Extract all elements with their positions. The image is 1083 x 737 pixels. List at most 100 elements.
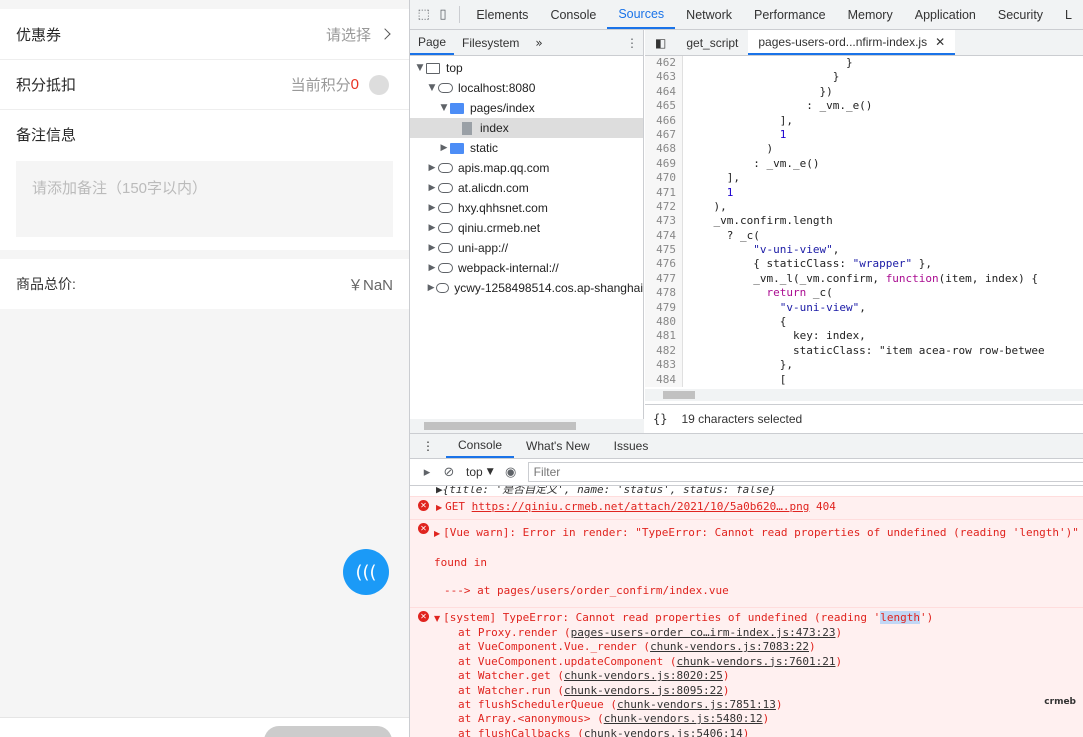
- frame-source-link[interactable]: chunk-vendors.js:7083:22: [650, 640, 809, 653]
- frame-source-link[interactable]: pages-users-order co…irm-index.js:473:23: [571, 626, 836, 639]
- tab-console[interactable]: Console: [539, 0, 607, 29]
- code-line[interactable]: 474 ? _c(: [645, 228, 1083, 244]
- tab-network[interactable]: Network: [675, 0, 743, 29]
- tab-performance[interactable]: Performance: [743, 0, 837, 29]
- frame-source-link[interactable]: chunk-vendors.js:8020:25: [564, 669, 723, 682]
- code-line[interactable]: 463 }: [645, 70, 1083, 85]
- console-error-get[interactable]: ✕ ▶ GET https://qiniu.crmeb.net/attach/20…: [410, 496, 1083, 520]
- line-number[interactable]: 466: [645, 113, 683, 128]
- frame-source-link[interactable]: chunk-vendors.js:7601:21: [677, 655, 836, 668]
- tree-item[interactable]: ▶ ycwy-1258498514.cos.ap-shanghai: [410, 278, 643, 298]
- line-number[interactable]: 465: [645, 99, 683, 114]
- code-line[interactable]: 466 ],: [645, 113, 1083, 128]
- line-number[interactable]: 472: [645, 199, 683, 215]
- tab-get-script[interactable]: get_script: [676, 30, 748, 55]
- line-number[interactable]: 467: [645, 127, 683, 143]
- code-line[interactable]: 482 staticClass: "item acea-row row-betw…: [645, 343, 1083, 359]
- sidebar-toggle-icon[interactable]: ▸: [416, 462, 438, 482]
- submit-button[interactable]: [264, 726, 392, 737]
- tree-item[interactable]: ▶ qiniu.crmeb.net: [410, 218, 643, 238]
- tab-issues[interactable]: Issues: [602, 434, 661, 458]
- frame-source-link[interactable]: chunk-vendors.js:7851:13: [617, 698, 776, 711]
- device-toggle-icon[interactable]: ▯: [433, 0, 452, 29]
- remark-input[interactable]: 请添加备注（150字以内）: [16, 161, 393, 237]
- kebab-menu-icon[interactable]: ⋮: [621, 30, 643, 55]
- code-line[interactable]: 462 }: [645, 56, 1083, 71]
- code-line[interactable]: 472 ),: [645, 199, 1083, 215]
- more-tabs-icon[interactable]: »: [527, 30, 550, 55]
- frame-source-link[interactable]: chunk-vendors.js:5406:14: [584, 727, 743, 737]
- line-number[interactable]: 463: [645, 70, 683, 85]
- line-number[interactable]: 483: [645, 358, 683, 373]
- tab-sources[interactable]: Sources: [607, 0, 676, 29]
- frame-source-link[interactable]: chunk-vendors.js:8095:22: [564, 684, 723, 697]
- code-line[interactable]: 481 key: index,: [645, 329, 1083, 344]
- tree-item[interactable]: ▶ webpack-internal://: [410, 258, 643, 278]
- tree-item[interactable]: ▶ apis.map.qq.com: [410, 158, 643, 178]
- line-number[interactable]: 480: [645, 315, 683, 330]
- line-number[interactable]: 482: [645, 343, 683, 359]
- frame-source-link[interactable]: chunk-vendors.js:5480:12: [604, 712, 763, 725]
- code-line[interactable]: 468 ): [645, 142, 1083, 157]
- tab-whats-new[interactable]: What's New: [514, 434, 602, 458]
- code-line[interactable]: 467 1: [645, 127, 1083, 143]
- filter-input[interactable]: Filter: [527, 462, 1083, 482]
- code-line[interactable]: 479 "v-uni-view",: [645, 300, 1083, 316]
- tab-page[interactable]: Page: [410, 30, 455, 55]
- expand-arrow-icon[interactable]: ▶: [426, 243, 438, 253]
- toggle-navigator-icon[interactable]: ◧: [645, 30, 676, 55]
- navigator-scrollbar[interactable]: [410, 419, 644, 433]
- inspect-icon[interactable]: ⬚: [414, 0, 433, 29]
- code-line[interactable]: 480 {: [645, 315, 1083, 330]
- code-view[interactable]: 462 } 463 } 464 }) 465 : _vm._e() 466 ], 467 …: [645, 56, 1083, 400]
- expand-arrow-icon[interactable]: ▼: [426, 83, 438, 93]
- line-number[interactable]: 468: [645, 142, 683, 157]
- code-line[interactable]: 471 1: [645, 185, 1083, 200]
- expand-arrow-icon[interactable]: ▶: [426, 183, 438, 193]
- line-number[interactable]: 474: [645, 228, 683, 244]
- tab-l[interactable]: L: [1054, 0, 1083, 29]
- tree-item[interactable]: index: [410, 118, 643, 138]
- code-line[interactable]: 469 : _vm._e(): [645, 156, 1083, 172]
- eye-icon[interactable]: ◉: [500, 462, 522, 482]
- code-line[interactable]: 478 return _c(: [645, 286, 1083, 301]
- editor-scrollbar[interactable]: [645, 389, 1083, 401]
- expand-arrow-icon[interactable]: ▶: [438, 143, 450, 153]
- line-number[interactable]: 475: [645, 243, 683, 258]
- code-line[interactable]: 470 ],: [645, 171, 1083, 186]
- expand-arrow-icon[interactable]: ▶: [426, 163, 438, 173]
- expand-arrow-icon[interactable]: ▼: [438, 103, 450, 113]
- tree-item[interactable]: ▶ at.alicdn.com: [410, 178, 643, 198]
- code-line[interactable]: 464 }): [645, 84, 1083, 100]
- line-number[interactable]: 462: [645, 56, 683, 71]
- tab-console[interactable]: Console: [446, 434, 515, 458]
- close-icon[interactable]: ✕: [935, 35, 945, 49]
- drawer-menu-icon[interactable]: ⋮: [410, 434, 446, 458]
- expand-arrow-icon[interactable]: ▶: [426, 223, 438, 233]
- line-number[interactable]: 473: [645, 214, 683, 229]
- tab-application[interactable]: Application: [904, 0, 987, 29]
- code-line[interactable]: 477 _vm._l(_vm.confirm, function(item, i…: [645, 271, 1083, 287]
- line-number[interactable]: 476: [645, 257, 683, 272]
- tree-item[interactable]: ▶ hxy.qhhsnet.com: [410, 198, 643, 218]
- collapse-icon[interactable]: ▼: [434, 614, 440, 623]
- expand-icon[interactable]: ▶: [436, 503, 442, 512]
- code-line[interactable]: 483 },: [645, 358, 1083, 373]
- tree-item[interactable]: ▼ localhost:8080: [410, 78, 643, 98]
- coupon-row[interactable]: 优惠券 请选择: [0, 9, 409, 59]
- context-select[interactable]: top ▼: [466, 465, 494, 479]
- pretty-print-icon[interactable]: {}: [653, 412, 667, 426]
- coupon-select[interactable]: 请选择: [326, 24, 391, 45]
- console-error-system[interactable]: ✕ ▼ [system] TypeError: Cannot read prope…: [410, 606, 1083, 737]
- console-error-vue-warn[interactable]: ✕ ▶ [Vue warn]: Error in render: "TypeErr…: [410, 519, 1083, 607]
- clear-console-icon[interactable]: ⊘: [438, 462, 460, 482]
- code-line[interactable]: 465 : _vm._e(): [645, 99, 1083, 114]
- line-number[interactable]: 470: [645, 171, 683, 186]
- line-number[interactable]: 471: [645, 185, 683, 200]
- error-url-link[interactable]: https://qiniu.crmeb.net/attach/2021/10/5…: [472, 500, 810, 513]
- code-line[interactable]: 484 [: [645, 372, 1083, 387]
- tree-item[interactable]: ▼ top: [410, 58, 643, 78]
- tab-order-confirm-js[interactable]: pages-users-ord...nfirm-index.js ✕: [748, 30, 956, 55]
- code-line[interactable]: 476 { staticClass: "wrapper" },: [645, 257, 1083, 272]
- expand-arrow-icon[interactable]: ▼: [414, 63, 426, 73]
